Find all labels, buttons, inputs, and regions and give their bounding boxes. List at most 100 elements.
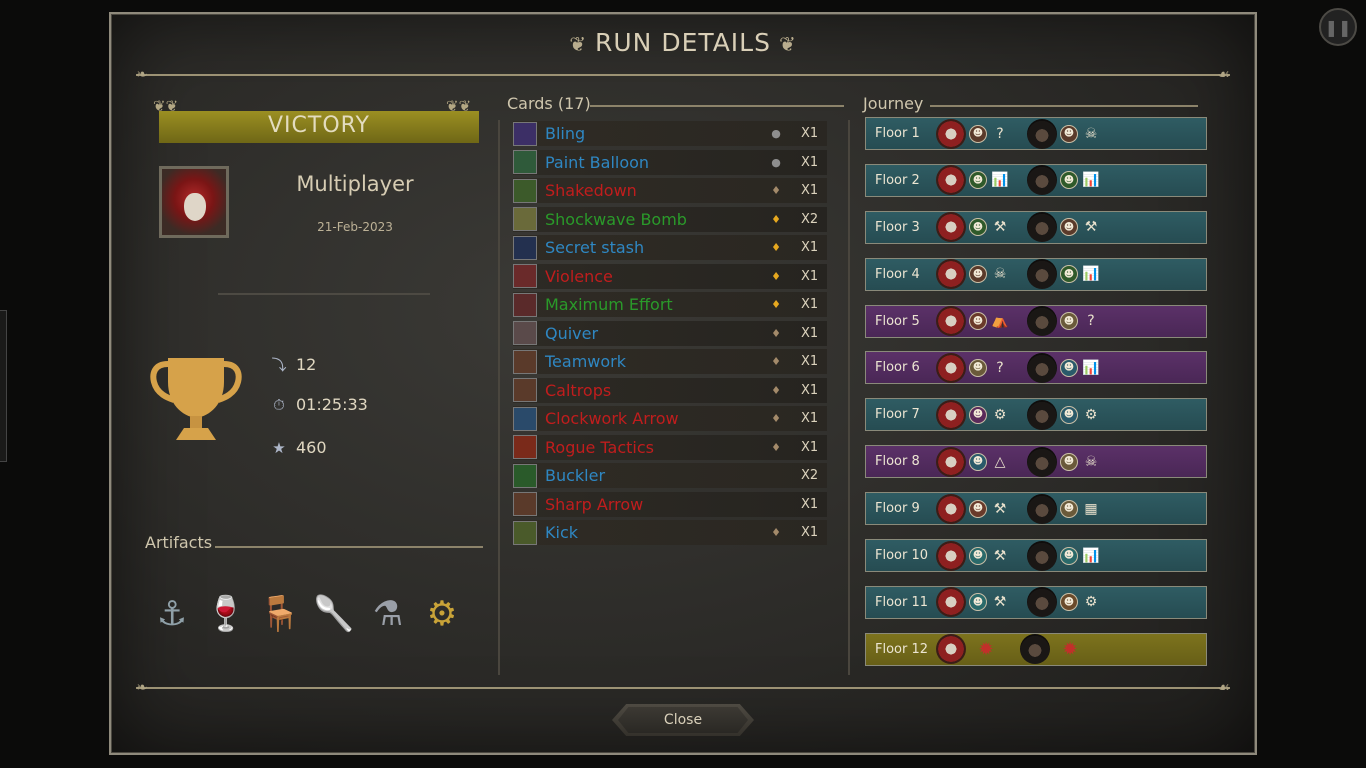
floor-row[interactable]: Floor 8 ☻ △ ☻ ☠	[865, 445, 1207, 479]
close-button-label: Close	[663, 712, 703, 728]
card-quantity: X1	[801, 240, 819, 255]
card-row[interactable]: Maximum Effort ♦ X1	[513, 292, 827, 317]
card-quantity: X1	[801, 382, 819, 398]
gear-icon[interactable]: ⚙	[418, 590, 466, 638]
card-row[interactable]: Secret stash ♦ X1	[513, 235, 827, 260]
card-row[interactable]: Shockwave Bomb ♦ X2	[513, 206, 827, 232]
card-row[interactable]: Bling ● X1	[513, 121, 827, 146]
rarity-gem-icon: ♦	[771, 383, 781, 397]
pipe-icon[interactable]: ⚗	[364, 590, 412, 638]
encounter-icon: ☻	[1060, 593, 1078, 612]
game-mode: Multiplayer	[296, 172, 414, 196]
card-quantity: X1	[801, 325, 819, 341]
event-icon: ⚙	[1084, 406, 1098, 423]
journey-list: Floor 1 ☻? ☻ ☠ Floor 2 ☻ 📊 ☻ 📊 Floor 3 ☻ ⚒ ☻ ⚒ Floor 4…	[865, 117, 1207, 680]
footer-divider: ❧ ☙	[136, 680, 1230, 696]
divider	[215, 546, 483, 548]
card-row[interactable]: Violence ♦ X1	[513, 263, 827, 289]
card-art-icon	[513, 435, 537, 459]
encounter-icon: ☻	[969, 499, 987, 518]
rarity-gem-icon: ♦	[771, 355, 781, 368]
stopwatch-icon: ⏱	[273, 395, 285, 414]
divider	[590, 105, 844, 107]
card-row[interactable]: Quiver ♦ X1	[513, 320, 827, 346]
ornament-icon: ❦	[569, 32, 588, 56]
artifacts-heading: Artifacts	[145, 533, 213, 552]
card-row[interactable]: Clockwork Arrow ♦ X1	[513, 406, 827, 431]
encounter-icon: ☻	[1060, 452, 1078, 471]
divider	[930, 105, 1198, 107]
floor-row[interactable]: Floor 11 ☻ ⚒ ☻ ⚙	[865, 585, 1207, 619]
stat-floors: ⤵ 12	[270, 354, 316, 375]
ornament-icon: ❦	[778, 32, 797, 56]
card-quantity: X1	[801, 297, 819, 312]
goblet-icon[interactable]: 🍷	[202, 590, 250, 638]
ornament-icon: ❧	[136, 67, 148, 83]
boss-icon: ✹	[1062, 638, 1078, 660]
card-row[interactable]: Rogue Tactics ♦ X1	[513, 434, 827, 460]
artifact-list: ⚓ 🍷 🪑 🥄 ⚗ ⚙	[148, 590, 466, 638]
event-icon: 📊	[1082, 266, 1100, 283]
chair-icon[interactable]: 🪑	[256, 590, 304, 638]
stat-score: ★ 460	[270, 438, 327, 457]
player2-portrait-icon	[1027, 212, 1057, 243]
floor-row[interactable]: Floor 7 ☻ ⚙ ☻ ⚙	[865, 398, 1207, 432]
floor-label: Floor 11	[875, 594, 929, 610]
close-button[interactable]: Close	[612, 704, 754, 736]
page-title-text: RUN DETAILS	[595, 28, 771, 57]
encounter-icon: ☻	[969, 546, 987, 565]
card-row[interactable]: Paint Balloon ● X1	[513, 149, 827, 175]
star-icon: ★	[272, 438, 286, 457]
stat-floors-value: 12	[296, 355, 317, 374]
floor-row[interactable]: Floor 4 ☻ ☠ ☻ 📊	[865, 257, 1207, 291]
rarity-gem-icon: ♦	[771, 298, 781, 311]
rarity-gem-icon: ♦	[771, 412, 781, 425]
card-row[interactable]: Buckler X2	[513, 463, 827, 488]
card-art-icon	[513, 492, 537, 516]
event-icon: ⚙	[993, 406, 1007, 423]
rarity-gem-icon: ♦	[771, 440, 781, 454]
encounter-icon: ☻	[1060, 546, 1078, 565]
card-row[interactable]: Caltrops ♦ X1	[513, 377, 827, 403]
encounter-icon: ☻	[969, 452, 987, 471]
stat-score-value: 460	[296, 438, 327, 457]
event-icon: ⚒	[993, 219, 1007, 236]
floor-label: Floor 7	[875, 407, 920, 423]
card-row[interactable]: Sharp Arrow X1	[513, 491, 827, 517]
floor-label: Floor 8	[875, 454, 920, 470]
column-separator	[848, 120, 850, 675]
player1-portrait-icon	[936, 399, 966, 430]
floor-row[interactable]: Floor 10 ☻ ⚒ ☻ 📊	[865, 539, 1207, 573]
encounter-icon: ☻	[1060, 312, 1078, 331]
card-art-icon	[513, 378, 537, 402]
floor-row[interactable]: Floor 12 ✹ ✹	[865, 632, 1207, 666]
card-quantity: X1	[801, 525, 819, 540]
card-art-icon	[513, 264, 537, 288]
rarity-gem-icon: ●	[771, 127, 781, 140]
result-banner: VICTORY	[159, 111, 479, 143]
stairs-icon: ⤵	[271, 356, 287, 374]
encounter-icon: ☻	[969, 358, 987, 377]
floor-row[interactable]: Floor 5 ☻ ⛺ ☻?	[865, 304, 1207, 338]
floor-row[interactable]: Floor 1 ☻? ☻ ☠	[865, 117, 1207, 150]
event-icon: ⚙	[1084, 594, 1098, 611]
encounter-icon: ☻	[1060, 265, 1078, 284]
card-row[interactable]: Shakedown ♦ X1	[513, 178, 827, 203]
card-quantity: X1	[801, 183, 819, 198]
floor-row[interactable]: Floor 6 ☻? ☻ 📊	[865, 351, 1207, 385]
floor-row[interactable]: Floor 3 ☻ ⚒ ☻ ⚒	[865, 210, 1207, 244]
spoon-icon[interactable]: 🥄	[310, 590, 358, 638]
encounter-icon: ☻	[969, 171, 987, 190]
anchor-icon[interactable]: ⚓	[148, 590, 196, 638]
event-icon: 📊	[991, 172, 1009, 189]
floor-row[interactable]: Floor 9 ☻ ⚒ ☻ ▦	[865, 492, 1207, 526]
encounter-icon: ☻	[1060, 499, 1078, 518]
side-panel-tab[interactable]	[0, 310, 7, 462]
player2-portrait-icon	[1027, 493, 1057, 524]
floor-row[interactable]: Floor 2 ☻ 📊 ☻ 📊	[865, 163, 1207, 197]
player2-portrait-icon	[1027, 352, 1057, 383]
card-row[interactable]: Kick ♦ X1	[513, 520, 827, 545]
encounter-icon: ☻	[969, 593, 987, 612]
card-row[interactable]: Teamwork ♦ X1	[513, 349, 827, 374]
card-name: Secret stash	[545, 238, 645, 257]
